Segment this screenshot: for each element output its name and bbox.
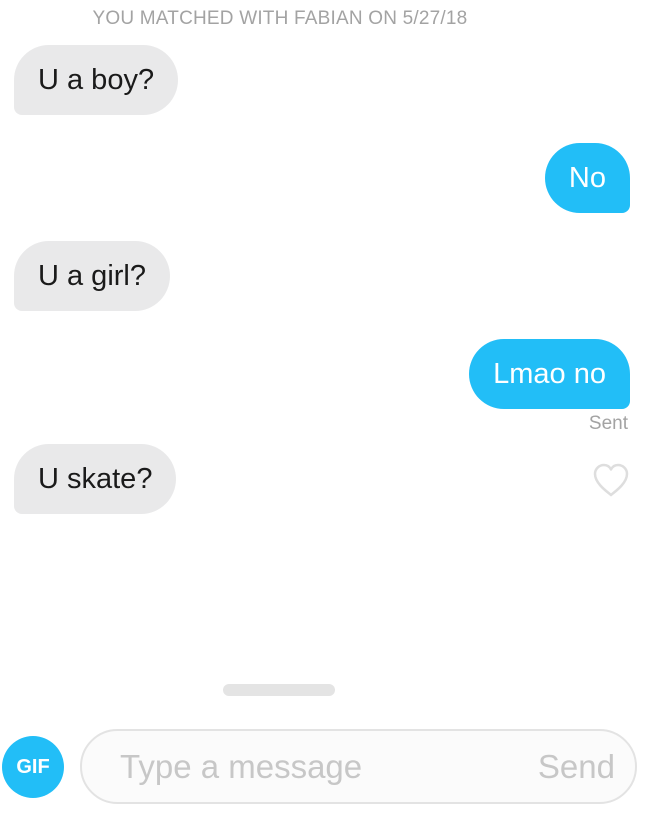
sent-message-bubble[interactable]: No	[544, 143, 630, 213]
match-date-header: YOU MATCHED WITH FABIAN ON 5/27/18	[92, 8, 468, 29]
received-message-bubble[interactable]: U a boy?	[14, 45, 179, 115]
heart-outline-icon[interactable]	[591, 460, 631, 500]
message-composer: Send	[80, 729, 637, 804]
message-input[interactable]	[120, 731, 500, 802]
scroll-indicator	[223, 684, 335, 696]
sent-message-bubble[interactable]: Lmao no	[469, 339, 630, 409]
received-message-bubble[interactable]: U a girl?	[14, 241, 170, 311]
received-message-bubble[interactable]: U skate?	[14, 444, 177, 514]
sent-status-label: Sent	[588, 413, 628, 434]
gif-button[interactable]: GIF	[2, 736, 64, 798]
send-button[interactable]: Send	[538, 731, 615, 802]
